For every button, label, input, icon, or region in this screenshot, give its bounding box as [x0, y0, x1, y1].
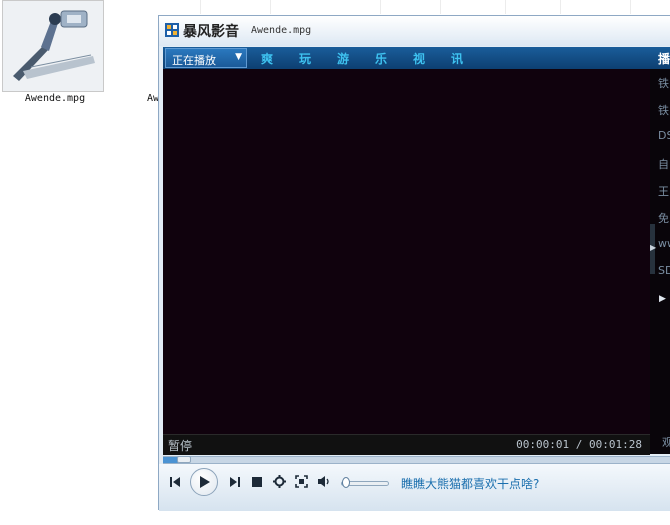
app-logo-icon	[165, 23, 179, 37]
nav-bar: 正在播放 ▼ 爽 玩 游 乐 视 讯 播	[163, 47, 670, 69]
video-area[interactable]	[163, 69, 650, 434]
file-label: Awende.mpg	[24, 93, 86, 104]
playlist-tab[interactable]: 播	[658, 50, 670, 67]
playlist-item[interactable]: 铁	[658, 75, 669, 91]
chevron-right-icon[interactable]: ▶	[650, 243, 656, 252]
nav-tab-2[interactable]: 玩	[299, 50, 311, 67]
stop-icon[interactable]	[252, 477, 262, 487]
tab-now-playing[interactable]: 正在播放 ▼	[165, 48, 247, 68]
time-readout: 00:00:01 / 00:01:28	[516, 438, 642, 451]
nav-tab-3[interactable]: 游	[337, 50, 349, 67]
playlist-item[interactable]: ww	[658, 237, 670, 250]
seek-handle[interactable]	[177, 456, 191, 463]
promo-link[interactable]: 瞧瞧大熊猫都喜欢干点啥?	[401, 475, 539, 492]
tab-now-playing-label: 正在播放	[172, 54, 216, 67]
playlist-item[interactable]: DS	[658, 129, 670, 142]
settings-icon[interactable]	[273, 475, 286, 488]
player-window: 暴风影音 Awende.mpg 正在播放 ▼ 爽 玩 游 乐 视 讯 播 ▶ 铁…	[158, 15, 670, 511]
file-thumbnail	[2, 0, 104, 92]
chevron-down-icon[interactable]: ▼	[235, 52, 242, 62]
background-column-lines	[200, 0, 670, 14]
volume-handle[interactable]	[342, 477, 350, 488]
title-bar[interactable]: 暴风影音 Awende.mpg	[159, 16, 670, 46]
volume-icon[interactable]	[317, 475, 331, 488]
playback-state: 暂停	[168, 439, 193, 453]
status-bar: 暂停 00:00:01 / 00:01:28	[163, 434, 650, 455]
window-file-title: Awende.mpg	[251, 25, 312, 36]
next-icon[interactable]	[229, 476, 241, 488]
playlist-item[interactable]: 自	[658, 156, 669, 172]
app-title: 暴风影音	[183, 24, 239, 40]
fullscreen-icon[interactable]	[295, 475, 308, 488]
nav-tab-5[interactable]: 视	[413, 50, 425, 67]
prev-icon[interactable]	[169, 476, 181, 488]
nav-tab-1[interactable]: 爽	[261, 50, 273, 67]
expand-triangle-icon[interactable]: ▶	[659, 294, 666, 304]
playlist-item[interactable]: 铁	[658, 102, 669, 118]
sidebar-bottom-label[interactable]: 观	[662, 434, 670, 450]
nav-tab-6[interactable]: 讯	[451, 50, 463, 67]
playlist-item[interactable]: 王	[658, 183, 669, 199]
play-button[interactable]	[190, 468, 218, 496]
control-bar: 瞧瞧大熊猫都喜欢干点啥?	[159, 464, 670, 511]
seek-bar[interactable]	[163, 456, 670, 464]
playlist-item[interactable]: 免	[658, 210, 669, 226]
file-item-awende-mpg[interactable]: Awende.mpg	[0, 0, 110, 110]
playlist-item[interactable]: SD	[658, 264, 670, 277]
playlist-sidebar: ▶ 铁 铁 DS 自 王 免 ww SD ▶ 观	[650, 69, 670, 454]
nav-tab-4[interactable]: 乐	[375, 50, 387, 67]
play-icon	[200, 476, 210, 488]
